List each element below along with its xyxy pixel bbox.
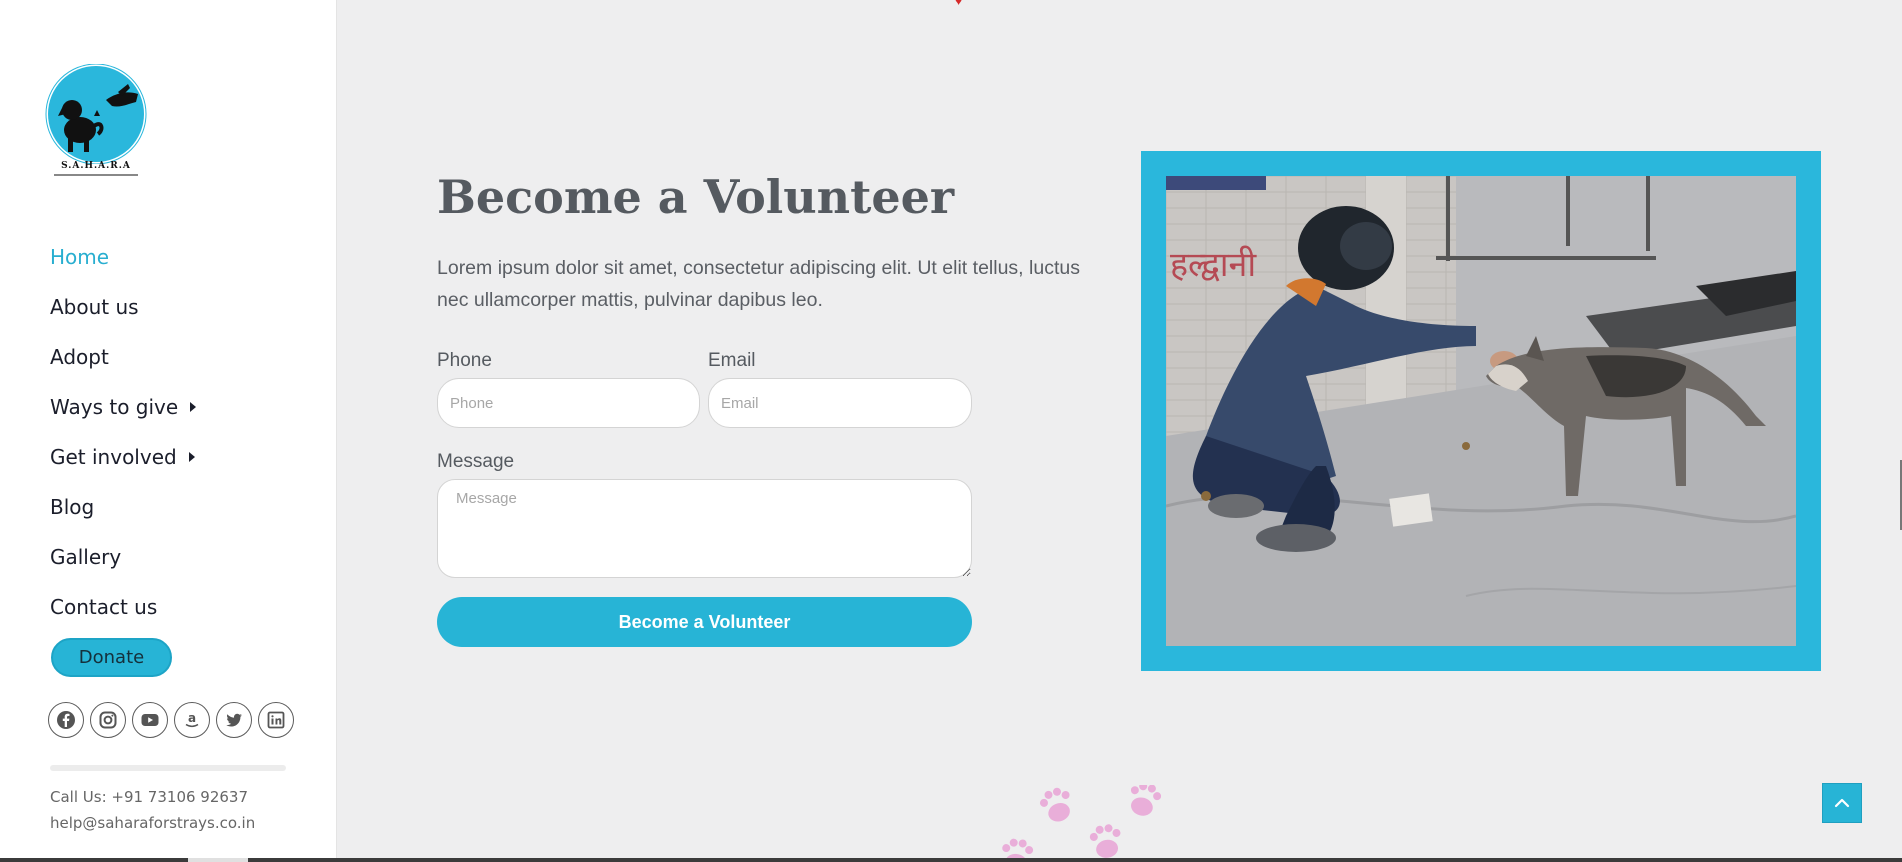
paw-prints-decoration — [1002, 785, 1162, 862]
linkedin-icon[interactable] — [258, 702, 294, 738]
volunteer-with-dog-photo: हल्द्वानी — [1166, 176, 1796, 646]
twitter-icon[interactable] — [216, 702, 252, 738]
sahara-logo-icon — [45, 63, 147, 165]
sidebar-divider — [50, 765, 286, 771]
donate-button[interactable]: Donate — [51, 638, 172, 677]
sidebar: S.A.H.A.R.A Home About us Adopt Ways to … — [0, 0, 337, 862]
message-label: Message — [437, 451, 515, 472]
nav-item-ways-to-give[interactable]: Ways to give — [50, 382, 197, 432]
scrollbar-thumb[interactable] — [188, 858, 248, 862]
nav-item-gallery[interactable]: Gallery — [50, 532, 196, 582]
contact-phone[interactable]: Call Us: +91 73106 92637 — [50, 788, 248, 806]
facebook-icon[interactable] — [48, 702, 84, 738]
phone-label: Phone — [437, 350, 492, 371]
nav-item-label: About us — [50, 295, 139, 319]
nav-item-home[interactable]: Home — [50, 232, 196, 282]
caret-right-icon[interactable] — [188, 452, 195, 462]
horizontal-scrollbar[interactable] — [0, 858, 1902, 862]
nav-item-get-involved[interactable]: Get involved — [50, 432, 196, 482]
intro-text: Lorem ipsum dolor sit amet, consectetur … — [437, 257, 1080, 311]
heart-icon: ♥ — [955, 0, 963, 8]
nav-item-label: Ways to give — [50, 395, 179, 419]
nav-item-label: Contact us — [50, 595, 158, 619]
logo-tagline — [54, 174, 138, 176]
site-logo[interactable]: S.A.H.A.R.A — [44, 63, 148, 184]
become-volunteer-button[interactable]: Become a Volunteer — [437, 597, 972, 647]
nav-item-label: Blog — [50, 495, 95, 519]
svg-text:हल्द्वानी: हल्द्वानी — [1170, 245, 1257, 285]
logo-wordmark: S.A.H.A.R.A — [61, 161, 131, 171]
main-nav: Home About us Adopt Ways to give Get inv… — [50, 232, 197, 632]
message-textarea[interactable] — [437, 479, 972, 578]
chevron-up-icon — [1834, 798, 1850, 808]
page-title: Become a Volunteer — [437, 170, 955, 224]
youtube-icon[interactable] — [132, 702, 168, 738]
nav-item-blog[interactable]: Blog — [50, 482, 196, 532]
amazon-icon[interactable]: a — [174, 702, 210, 738]
volunteer-photo-frame: हल्द्वानी — [1141, 151, 1821, 671]
instagram-icon[interactable] — [90, 702, 126, 738]
svg-text:a: a — [188, 711, 196, 725]
nav-item-about-us[interactable]: About us — [50, 282, 196, 332]
nav-item-adopt[interactable]: Adopt — [50, 332, 196, 382]
email-label: Email — [708, 350, 756, 371]
caret-right-icon[interactable] — [190, 402, 197, 412]
nav-item-label: Adopt — [50, 345, 109, 369]
nav-item-label: Get involved — [50, 445, 177, 469]
social-links: a — [48, 702, 294, 738]
phone-input[interactable] — [437, 378, 700, 428]
nav-item-label: Gallery — [50, 545, 122, 569]
nav-item-contact-us[interactable]: Contact us — [50, 582, 196, 632]
nav-item-label: Home — [50, 245, 110, 269]
contact-email[interactable]: help@saharaforstrays.co.in — [50, 814, 255, 832]
back-to-top-button[interactable] — [1822, 783, 1862, 823]
email-input[interactable] — [708, 378, 972, 428]
